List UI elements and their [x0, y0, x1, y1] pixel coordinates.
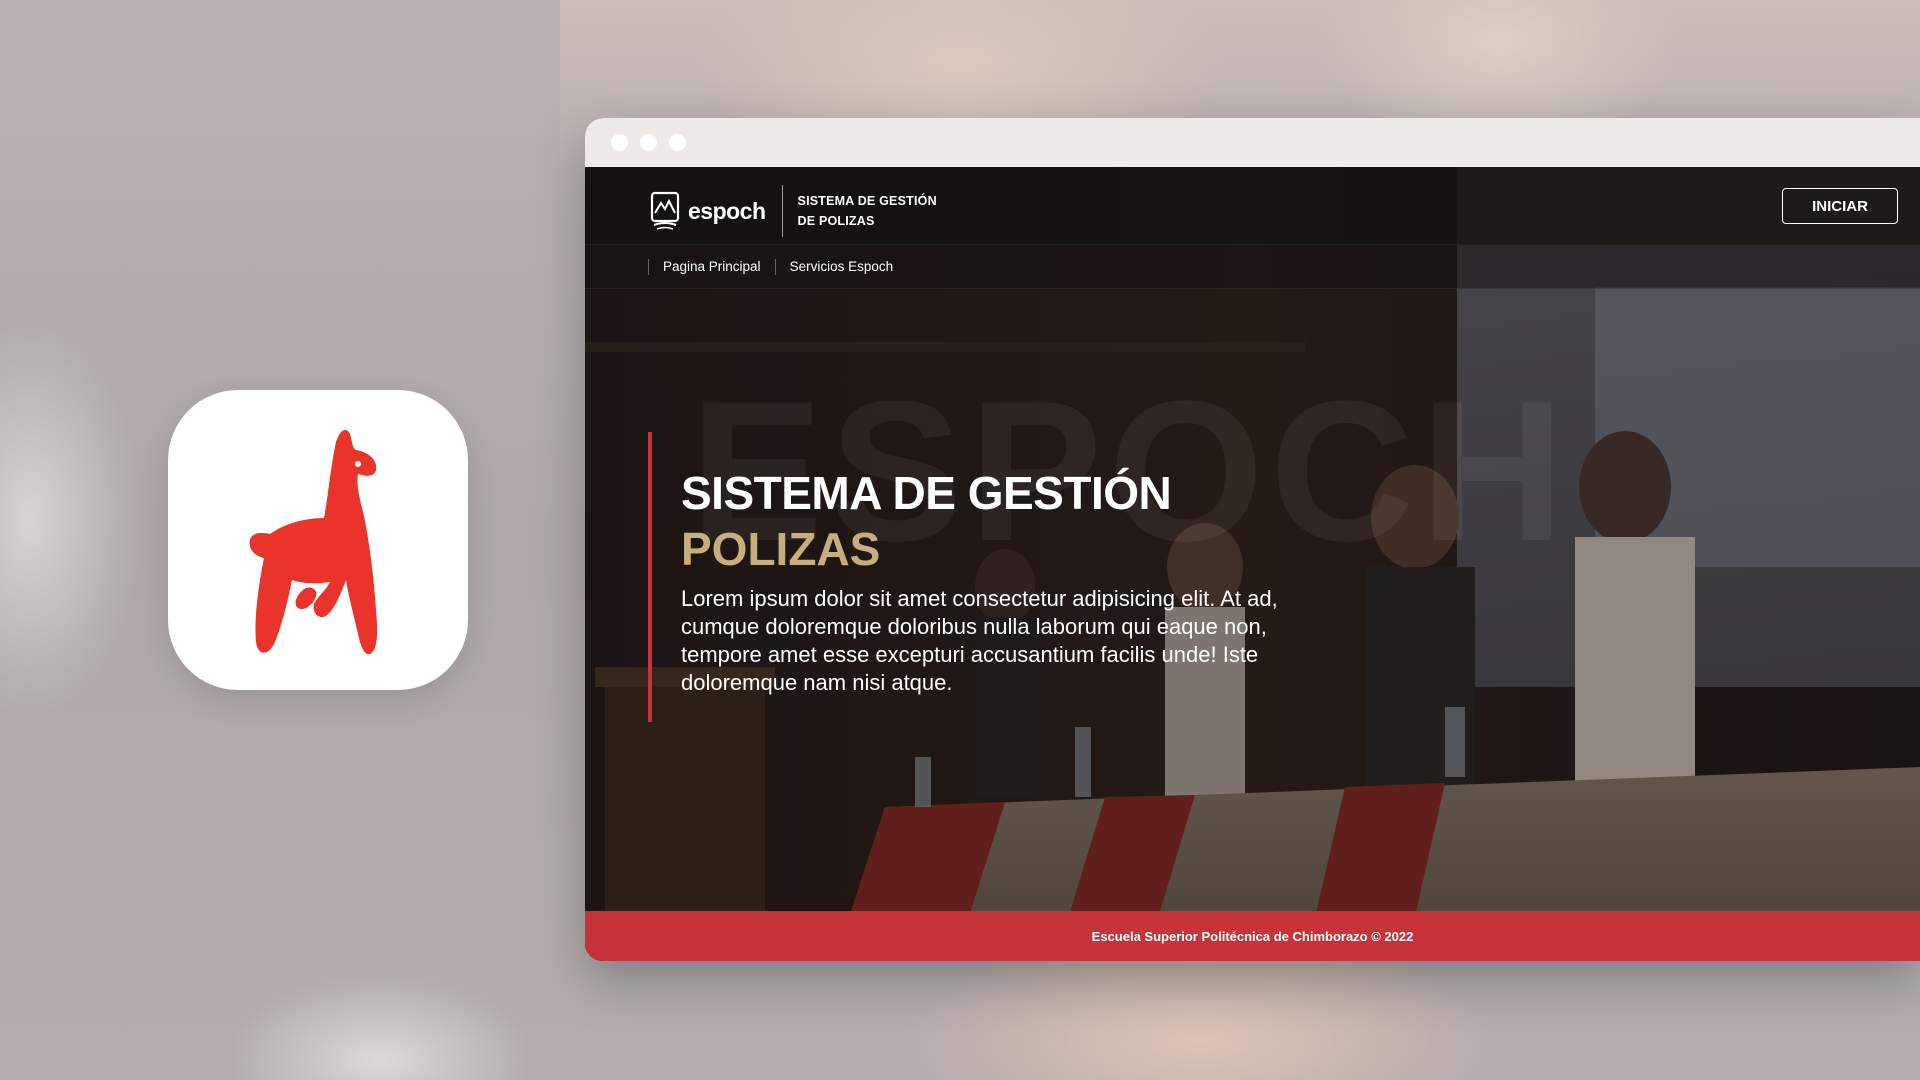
- app-icon[interactable]: [168, 390, 468, 690]
- hero-section: SISTEMA DE GESTIÓN POLIZAS Lorem ipsum d…: [681, 465, 1321, 697]
- brand-divider: [781, 185, 783, 237]
- brand-name: espoch: [688, 197, 766, 224]
- site-footer: Escuela Superior Politécnica de Chimbora…: [585, 911, 1920, 961]
- footer-text: Escuela Superior Politécnica de Chimbora…: [1091, 928, 1414, 944]
- hero-accent-bar: [648, 432, 652, 722]
- start-button[interactable]: INICIAR: [1782, 188, 1898, 224]
- system-name-line1: SISTEMA DE GESTIÓN: [797, 194, 937, 208]
- nav-item-servicios-espoch[interactable]: Servicios Espoch: [774, 258, 908, 275]
- site-header: espoch SISTEMA DE GESTIÓN DE POLIZAS INI…: [585, 167, 1920, 245]
- system-name: SISTEMA DE GESTIÓN DE POLIZAS: [798, 191, 937, 231]
- llama-icon: [249, 429, 378, 655]
- hero-description: Lorem ipsum dolor sit amet consectetur a…: [681, 586, 1278, 695]
- hero-title: SISTEMA DE GESTIÓN: [681, 467, 1172, 519]
- page-viewport: espoch SISTEMA DE GESTIÓN DE POLIZAS INI…: [585, 167, 1920, 961]
- window-close-button[interactable]: [611, 134, 628, 151]
- nav-item-pagina-principal[interactable]: Pagina Principal: [648, 258, 775, 275]
- hero-subtitle: POLIZAS: [681, 523, 881, 575]
- window-maximize-button[interactable]: [669, 134, 686, 151]
- browser-titlebar: [585, 118, 1920, 167]
- main-nav: Pagina Principal Servicios Espoch: [585, 245, 1920, 289]
- system-name-line2: DE POLIZAS: [797, 214, 875, 228]
- brand[interactable]: espoch SISTEMA DE GESTIÓN DE POLIZAS: [650, 185, 937, 237]
- window-minimize-button[interactable]: [640, 134, 657, 151]
- espoch-logo-icon: [650, 191, 680, 230]
- browser-window: espoch SISTEMA DE GESTIÓN DE POLIZAS INI…: [585, 118, 1920, 961]
